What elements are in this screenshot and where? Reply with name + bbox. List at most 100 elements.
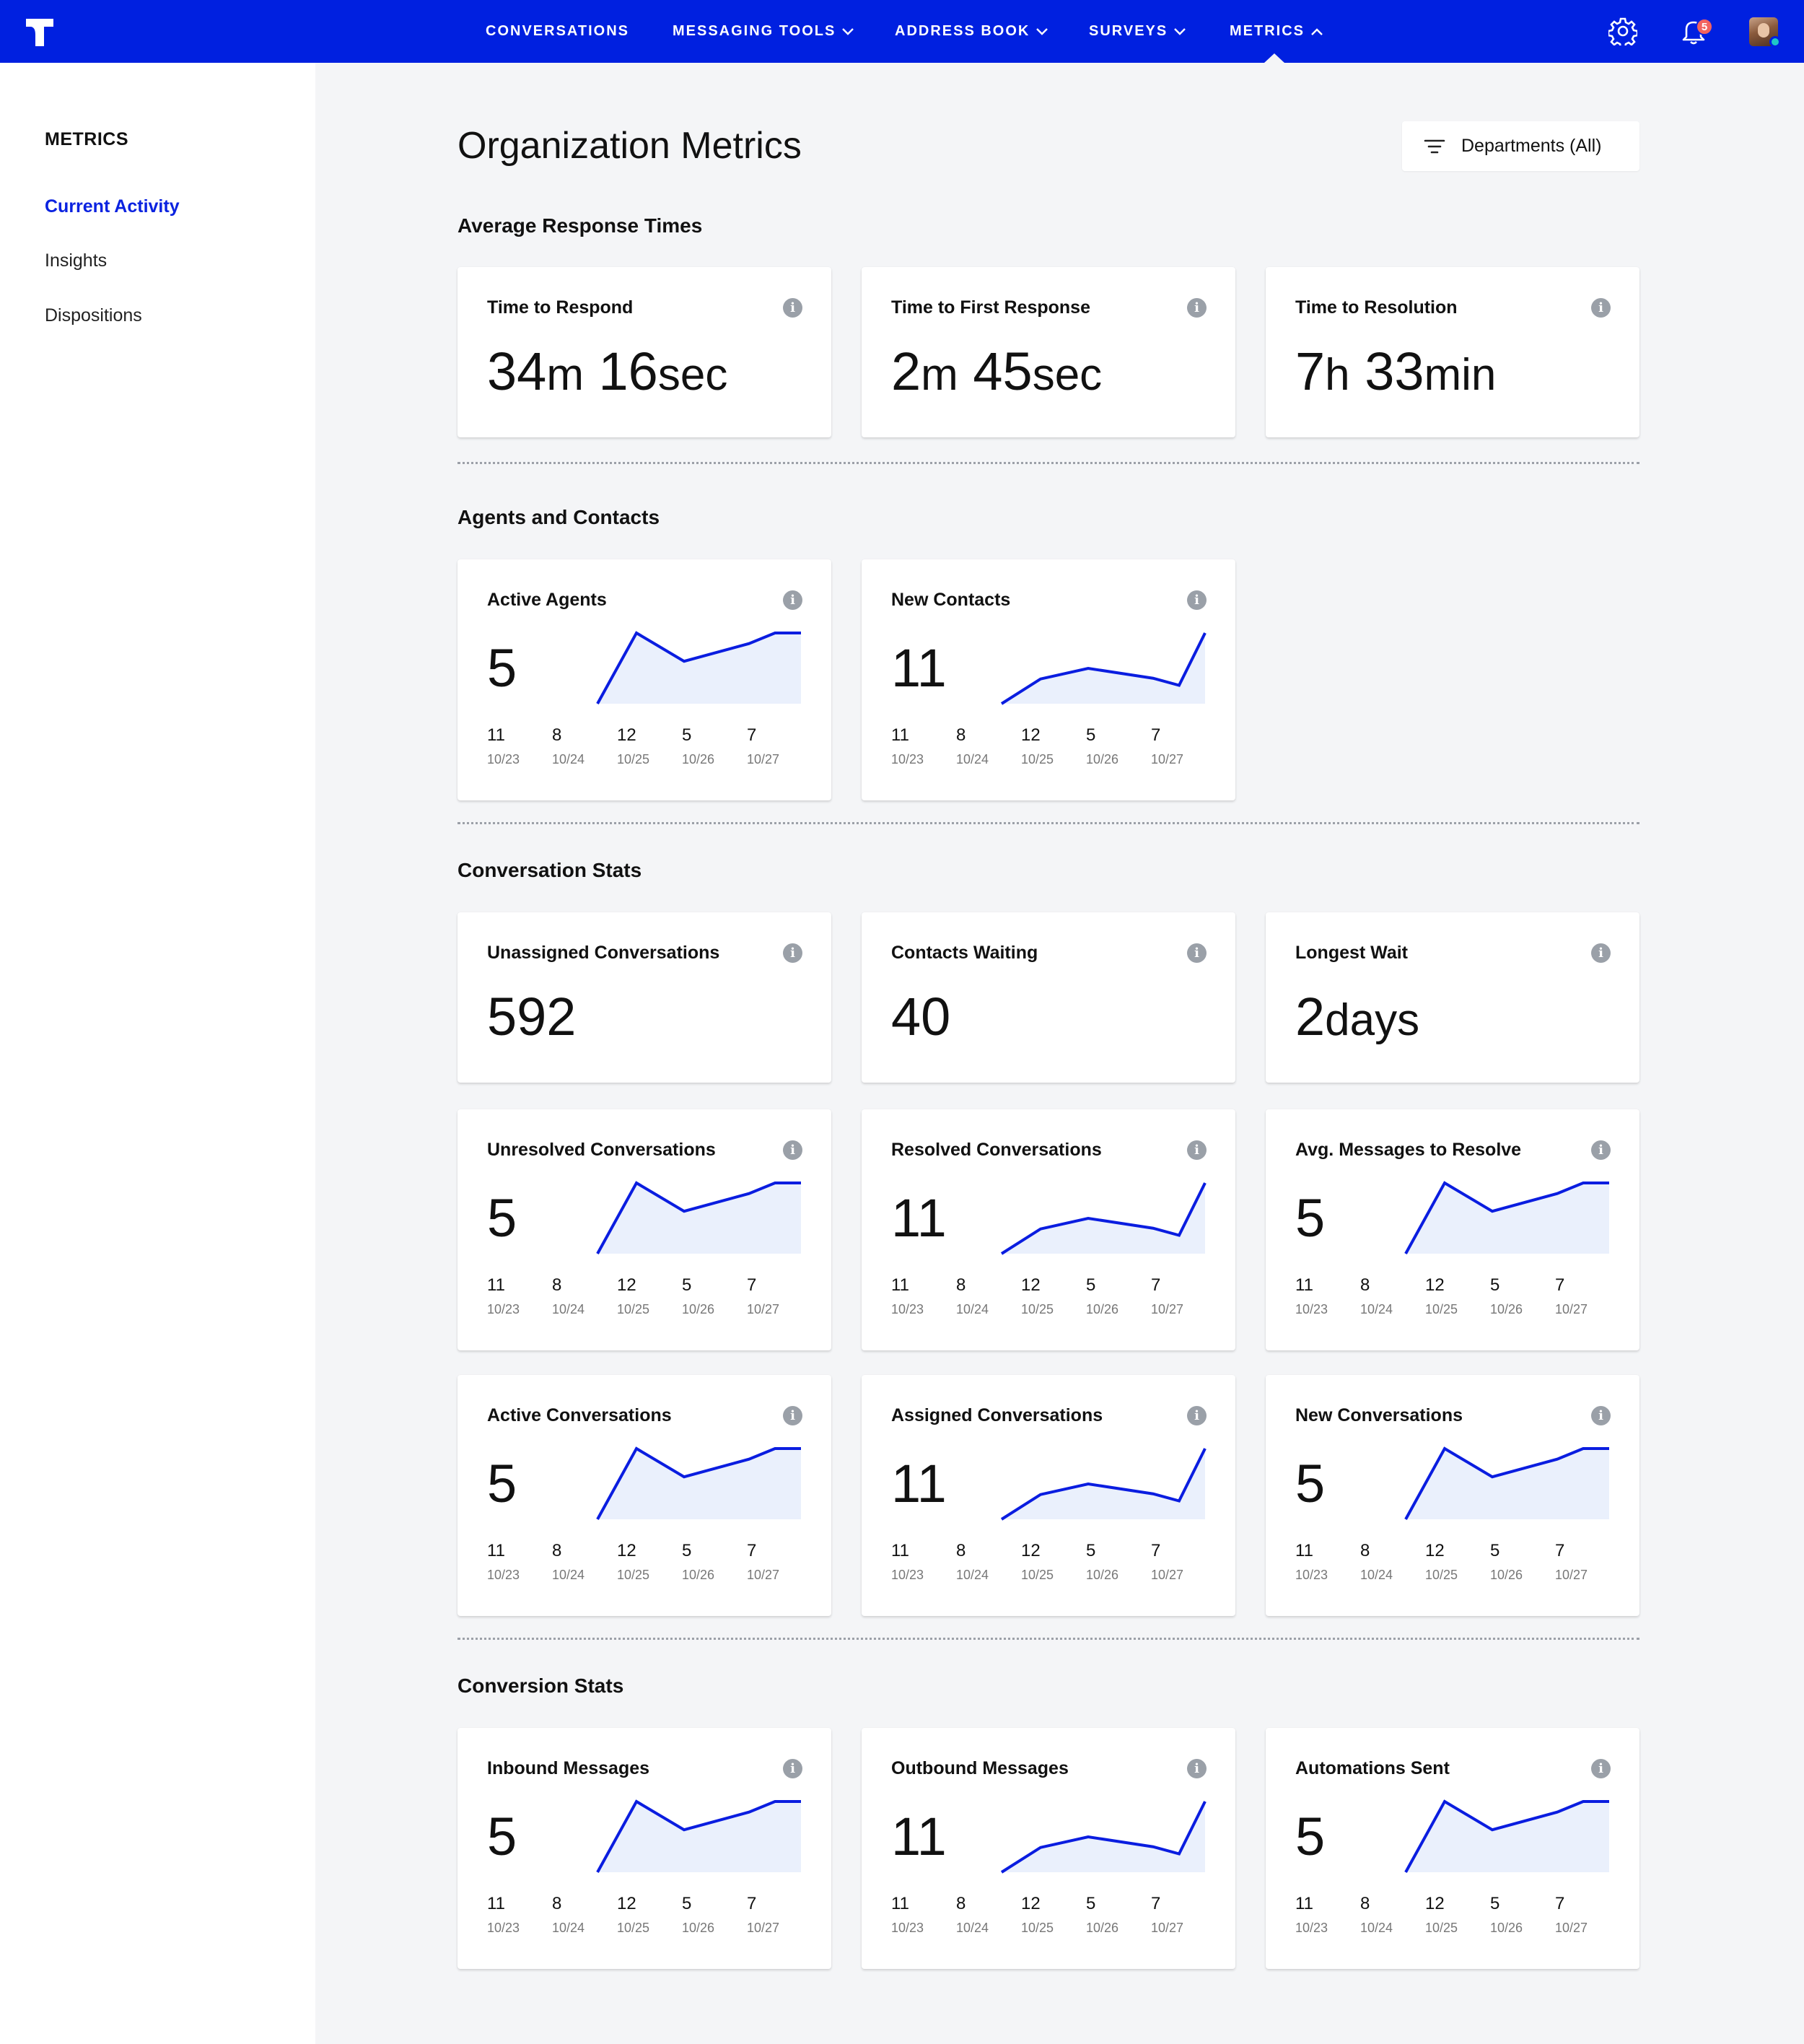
settings-gear-icon[interactable]	[1606, 14, 1639, 48]
metric-value-unit: m	[546, 350, 584, 400]
data-point-value: 12	[1425, 1894, 1445, 1913]
section-divider	[457, 1638, 1639, 1640]
nav-messaging-tools[interactable]: MESSAGING TOOLS	[673, 0, 854, 63]
data-point-date: 10/23	[1295, 1921, 1328, 1935]
info-icon[interactable]: i	[783, 1140, 802, 1160]
nav-conversations[interactable]: CONVERSATIONS	[486, 0, 629, 63]
sidebar-item-dispositions[interactable]: Dispositions	[45, 305, 142, 326]
data-point: 8 10/24	[956, 1275, 1014, 1317]
data-point-date: 10/23	[891, 1302, 924, 1316]
data-point-date: 10/23	[891, 1921, 924, 1935]
metric-value: 11	[891, 1807, 947, 1866]
data-point: 7 10/27	[1555, 1275, 1613, 1317]
info-icon[interactable]: i	[783, 1406, 802, 1425]
info-icon[interactable]: i	[783, 1759, 802, 1778]
sparkline-chart	[1000, 1448, 1207, 1521]
metric-value: 5	[1295, 1188, 1326, 1248]
card-title: Time to First Response	[891, 297, 1090, 318]
info-icon[interactable]: i	[1187, 1406, 1207, 1425]
section-title-conversion-stats: Conversion Stats	[457, 1674, 624, 1697]
data-point-date: 10/23	[487, 1568, 520, 1582]
data-point-date: 10/24	[1360, 1302, 1393, 1316]
data-point-value: 7	[747, 1894, 757, 1913]
info-icon[interactable]: i	[1591, 1140, 1611, 1160]
info-icon[interactable]: i	[1591, 1406, 1611, 1425]
info-icon[interactable]: i	[1187, 943, 1207, 963]
metric-value: 34m 16sec	[487, 341, 727, 402]
data-point-date: 10/26	[682, 1568, 715, 1582]
nav-surveys[interactable]: SURVEYS	[1089, 0, 1186, 63]
data-point-date: 10/24	[956, 1568, 989, 1582]
data-point-date: 10/23	[487, 1302, 520, 1316]
data-point: 8 10/24	[1360, 1894, 1418, 1936]
nav-messaging-tools-label: MESSAGING TOOLS	[673, 23, 836, 39]
data-point: 11 10/23	[891, 1275, 949, 1317]
data-point-date: 10/26	[1086, 752, 1119, 766]
data-point-value: 12	[1425, 1275, 1445, 1295]
info-icon[interactable]: i	[1591, 298, 1611, 318]
data-point: 7 10/27	[747, 1275, 805, 1317]
data-point: 8 10/24	[552, 1894, 610, 1936]
chevron-down-icon	[1174, 27, 1186, 35]
data-point-value: 5	[1086, 1894, 1096, 1913]
data-point-value: 8	[956, 725, 966, 745]
card-title: Active Conversations	[487, 1405, 672, 1425]
departments-filter-button[interactable]: Departments (All)	[1402, 121, 1639, 171]
data-point-value: 5	[1490, 1275, 1500, 1295]
info-icon[interactable]: i	[1591, 943, 1611, 963]
metric-value: 5	[487, 1454, 517, 1514]
data-point-date: 10/27	[1151, 1302, 1184, 1316]
info-icon[interactable]: i	[783, 298, 802, 318]
data-point-value: 11	[891, 1541, 909, 1560]
data-point-date: 10/24	[1360, 1921, 1393, 1935]
metric-value: 5	[1295, 1807, 1326, 1866]
data-point-value: 7	[1555, 1894, 1565, 1913]
card-title: New Conversations	[1295, 1405, 1463, 1425]
sparkline-chart	[1404, 1181, 1609, 1254]
data-point: 12 10/25	[617, 725, 675, 767]
chevron-down-icon	[1036, 27, 1048, 35]
data-point: 11 10/23	[487, 1894, 545, 1936]
data-point-date: 10/27	[1151, 752, 1184, 766]
section-title-response-times: Average Response Times	[457, 214, 703, 237]
card-title: Contacts Waiting	[891, 943, 1038, 963]
metric-card-assigned-conversations: Assigned Conversations i 11 11 10/23 8 10/24 12…	[862, 1375, 1235, 1616]
data-point: 7 10/27	[747, 725, 805, 767]
data-point-value: 11	[1295, 1894, 1313, 1913]
data-point-value: 11	[487, 1894, 505, 1913]
data-point-value: 7	[747, 725, 757, 745]
info-icon[interactable]: i	[1187, 1759, 1207, 1778]
active-nav-caret	[1264, 53, 1284, 63]
sparkline-chart	[1000, 1801, 1207, 1874]
avatar-face	[1758, 23, 1769, 38]
data-point-value: 12	[1021, 1541, 1041, 1560]
info-icon[interactable]: i	[1187, 298, 1207, 318]
card-title: Time to Respond	[487, 297, 634, 318]
data-point: 5 10/26	[682, 1894, 740, 1936]
nav-address-book[interactable]: ADDRESS BOOK	[895, 0, 1048, 63]
data-point-date: 10/23	[487, 1921, 520, 1935]
data-point-date: 10/25	[1425, 1921, 1458, 1935]
info-icon[interactable]: i	[783, 943, 802, 963]
info-icon[interactable]: i	[783, 590, 802, 610]
data-point-value: 12	[1021, 1275, 1041, 1295]
notification-count-badge: 5	[1696, 18, 1713, 35]
sparkline-chart	[596, 1446, 801, 1520]
data-point: 12 10/25	[1425, 1541, 1483, 1583]
info-icon[interactable]: i	[1187, 1140, 1207, 1160]
card-title: New Contacts	[891, 590, 1011, 610]
metric-value: 40	[891, 987, 951, 1047]
metric-value: 5	[1295, 1454, 1326, 1514]
data-point: 11 10/23	[487, 1275, 545, 1317]
sparkline-chart	[596, 1181, 801, 1254]
sparkline-area	[1406, 1449, 1609, 1519]
data-point: 5 10/26	[682, 725, 740, 767]
info-icon[interactable]: i	[1187, 590, 1207, 610]
sidebar-item-current-activity[interactable]: Current Activity	[45, 196, 180, 217]
info-icon[interactable]: i	[1591, 1759, 1611, 1778]
metric-value: 5	[487, 638, 517, 698]
sidebar-item-insights[interactable]: Insights	[45, 250, 107, 271]
data-point-date: 10/24	[552, 1302, 585, 1316]
card-title: Inbound Messages	[487, 1758, 650, 1778]
data-point: 12 10/25	[1021, 1275, 1079, 1317]
